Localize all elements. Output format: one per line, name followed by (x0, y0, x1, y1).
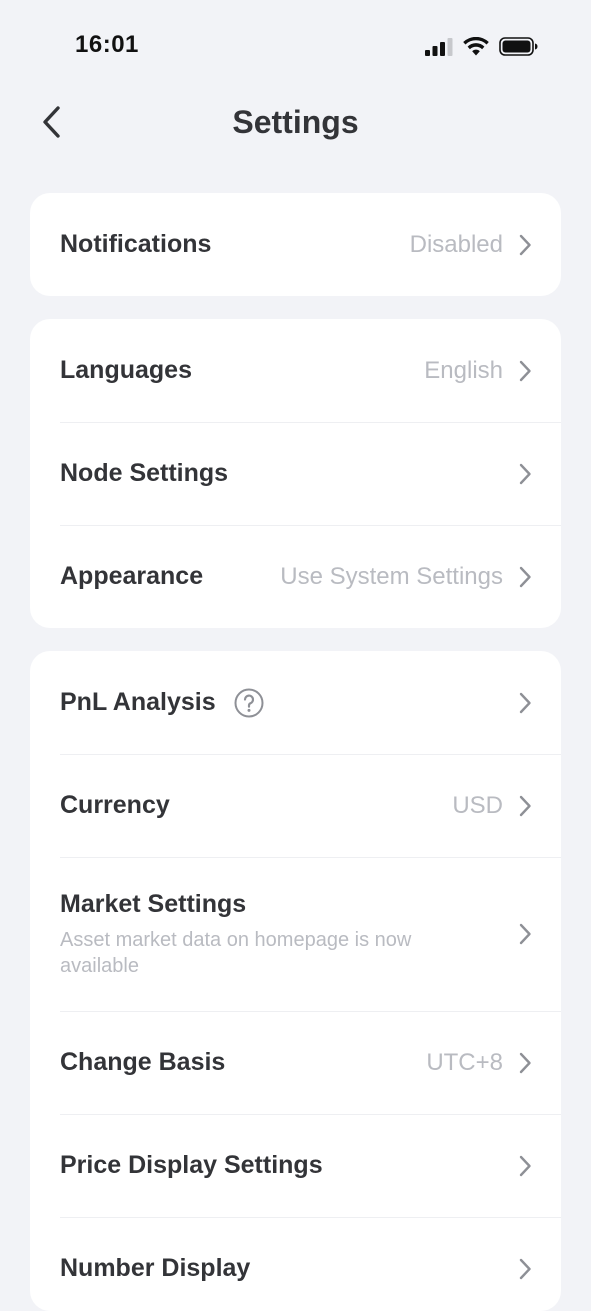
notifications-label: Notifications (60, 230, 212, 258)
price-display-settings-row[interactable]: Price Display Settings (30, 1114, 561, 1217)
chevron-right-icon (517, 794, 533, 818)
pnl-analysis-label: PnL Analysis (60, 688, 216, 716)
change-basis-value: UTC+8 (426, 1048, 503, 1076)
currency-value: USD (452, 791, 503, 819)
change-basis-label: Change Basis (60, 1048, 226, 1076)
status-bar: 16:01 (0, 0, 591, 96)
number-display-row[interactable]: Number Display (30, 1217, 561, 1311)
status-icons (425, 36, 539, 61)
settings-group-general: Languages English Node Settings Appearan… (30, 319, 561, 628)
currency-row[interactable]: Currency USD (30, 754, 561, 857)
price-display-settings-label: Price Display Settings (60, 1151, 323, 1179)
chevron-right-icon (517, 462, 533, 486)
market-settings-subtitle: Asset market data on homepage is now ava… (60, 928, 412, 977)
languages-value: English (424, 356, 503, 384)
help-circle-icon[interactable] (234, 688, 264, 718)
chevron-right-icon (517, 691, 533, 715)
chevron-right-icon (517, 1257, 533, 1281)
languages-row[interactable]: Languages English (30, 319, 561, 422)
change-basis-row[interactable]: Change Basis UTC+8 (30, 1011, 561, 1114)
cellular-signal-icon (425, 37, 453, 61)
market-settings-row[interactable]: Market Settings Asset market data on hom… (30, 857, 561, 1011)
notifications-row[interactable]: Notifications Disabled (30, 193, 561, 296)
chevron-right-icon (517, 1051, 533, 1075)
currency-label: Currency (60, 791, 170, 819)
status-time: 16:01 (75, 31, 139, 58)
market-settings-label: Market Settings (60, 889, 247, 918)
chevron-right-icon (517, 1154, 533, 1178)
number-display-label: Number Display (60, 1254, 251, 1282)
nav-bar: Settings (0, 96, 591, 152)
chevron-right-icon (517, 233, 533, 257)
chevron-right-icon (517, 922, 533, 946)
wifi-icon (463, 36, 489, 61)
node-settings-row[interactable]: Node Settings (30, 422, 561, 525)
appearance-row[interactable]: Appearance Use System Settings (30, 525, 561, 628)
notifications-value: Disabled (409, 230, 503, 258)
chevron-right-icon (517, 565, 533, 589)
languages-label: Languages (60, 356, 192, 384)
node-settings-label: Node Settings (60, 459, 229, 487)
battery-icon (499, 37, 539, 61)
pnl-analysis-row[interactable]: PnL Analysis (30, 651, 561, 754)
page-title: Settings (232, 104, 359, 140)
chevron-right-icon (517, 359, 533, 383)
settings-group-market: PnL Analysis Currency USD Market Setting… (30, 651, 561, 1311)
appearance-label: Appearance (60, 562, 204, 590)
settings-group-notifications: Notifications Disabled (30, 193, 561, 296)
appearance-value: Use System Settings (280, 562, 503, 590)
